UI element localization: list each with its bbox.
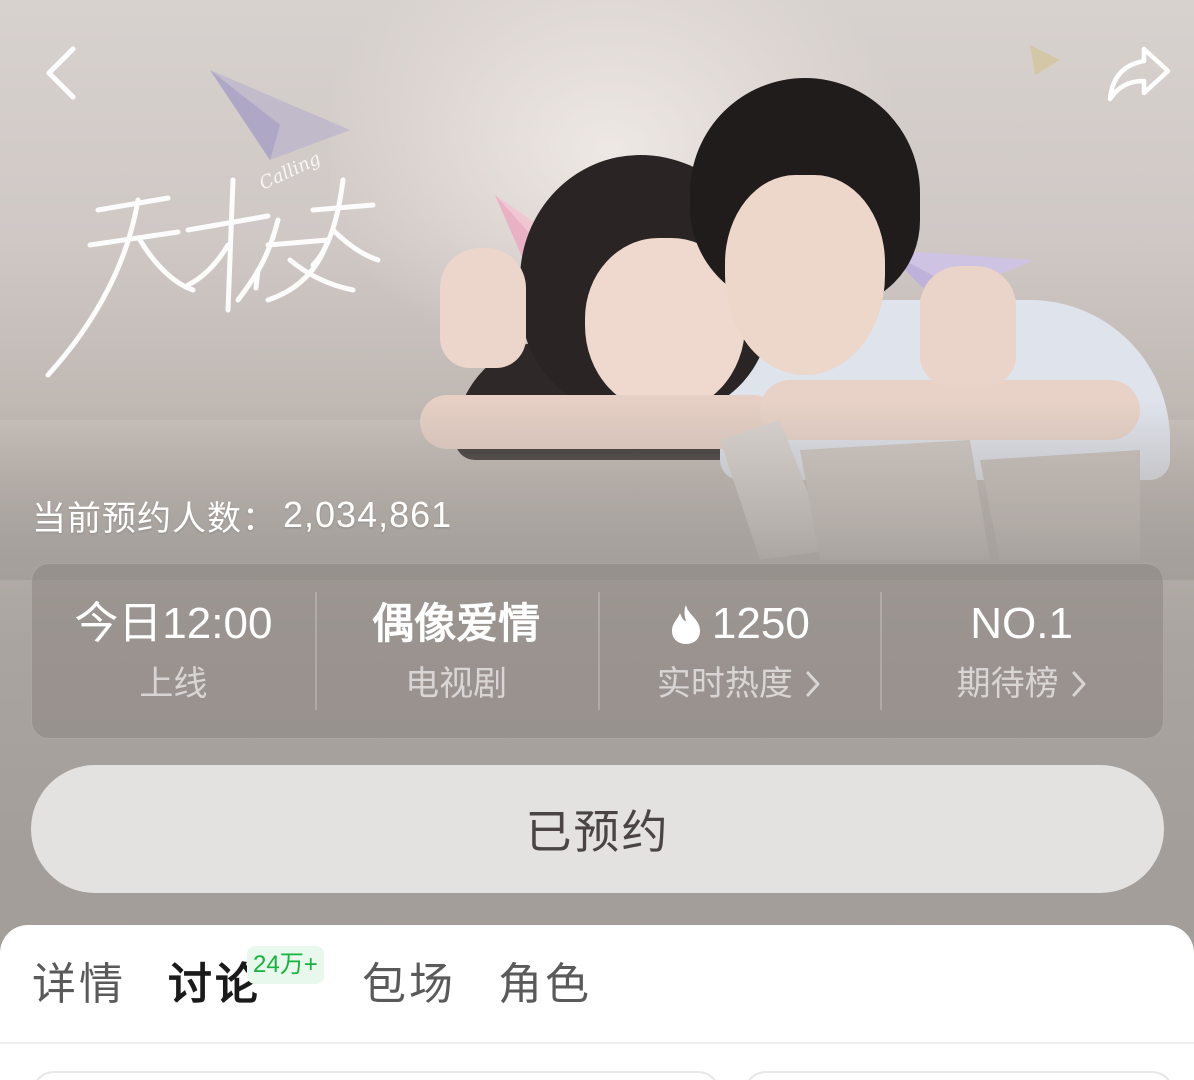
stat-heat-value-row: 1250 [668, 595, 810, 653]
tab-divider [0, 1042, 1194, 1044]
stat-release-time-label: 上线 [139, 664, 208, 704]
share-arrow-icon [1107, 46, 1171, 102]
stat-heat-label: 实时热度 [656, 664, 793, 704]
stat-heat-value: 1250 [711, 599, 810, 648]
stat-rank-label-row: 期待榜 [957, 661, 1087, 707]
stat-expectation-rank[interactable]: NO.1 期待榜 [880, 564, 1163, 738]
paper-plane-decoration [1030, 45, 1060, 75]
movie-detail-page: Calling 当前预约人数： 2,034,861 今日12:00 上线 偶像爱… [0, 0, 1194, 1080]
stat-release-time-value: 今日12:00 [74, 599, 273, 648]
reserved-button[interactable]: 已预约 [31, 765, 1164, 893]
share-button[interactable] [1104, 38, 1174, 108]
content-sheet: 详情 讨论 24万+ 包场 角色 [0, 925, 1194, 1080]
booking-count-value: 2,034,861 [283, 494, 453, 535]
content-card[interactable] [32, 1071, 720, 1080]
stat-genre-label: 电视剧 [405, 664, 508, 704]
stat-rank-label: 期待榜 [956, 664, 1059, 704]
tab-bar: 详情 讨论 24万+ 包场 角色 [0, 925, 1194, 1043]
chevron-right-icon [805, 670, 821, 698]
stat-realtime-heat[interactable]: 1250 实时热度 [597, 564, 881, 738]
tab-characters[interactable]: 角色 [498, 957, 592, 1013]
stat-heat-label-row: 实时热度 [657, 661, 821, 707]
stat-release-time: 今日12:00 上线 [32, 564, 315, 738]
back-button[interactable] [26, 38, 96, 108]
booking-count-label: 当前预约人数： [32, 498, 277, 539]
stat-genre-value: 偶像爱情 [372, 599, 541, 648]
tab-details[interactable]: 详情 [32, 957, 126, 1013]
stat-rank-value: NO.1 [970, 599, 1073, 648]
tab-group-booking[interactable]: 包场 [362, 957, 456, 1013]
chevron-right-icon [1071, 670, 1087, 698]
svg-text:Calling: Calling [256, 150, 324, 195]
chevron-left-icon [46, 46, 76, 100]
show-title-artwork: Calling [45, 150, 381, 378]
flame-icon [668, 603, 704, 645]
booking-count: 当前预约人数： 2,034,861 [32, 490, 452, 540]
discussion-count-badge: 24万+ [247, 946, 324, 984]
content-card[interactable] [744, 1071, 1174, 1080]
show-stats-card: 今日12:00 上线 偶像爱情 电视剧 1250 实时热度 NO.1 期待榜 [31, 563, 1164, 739]
stat-genre: 偶像爱情 电视剧 [314, 564, 598, 738]
